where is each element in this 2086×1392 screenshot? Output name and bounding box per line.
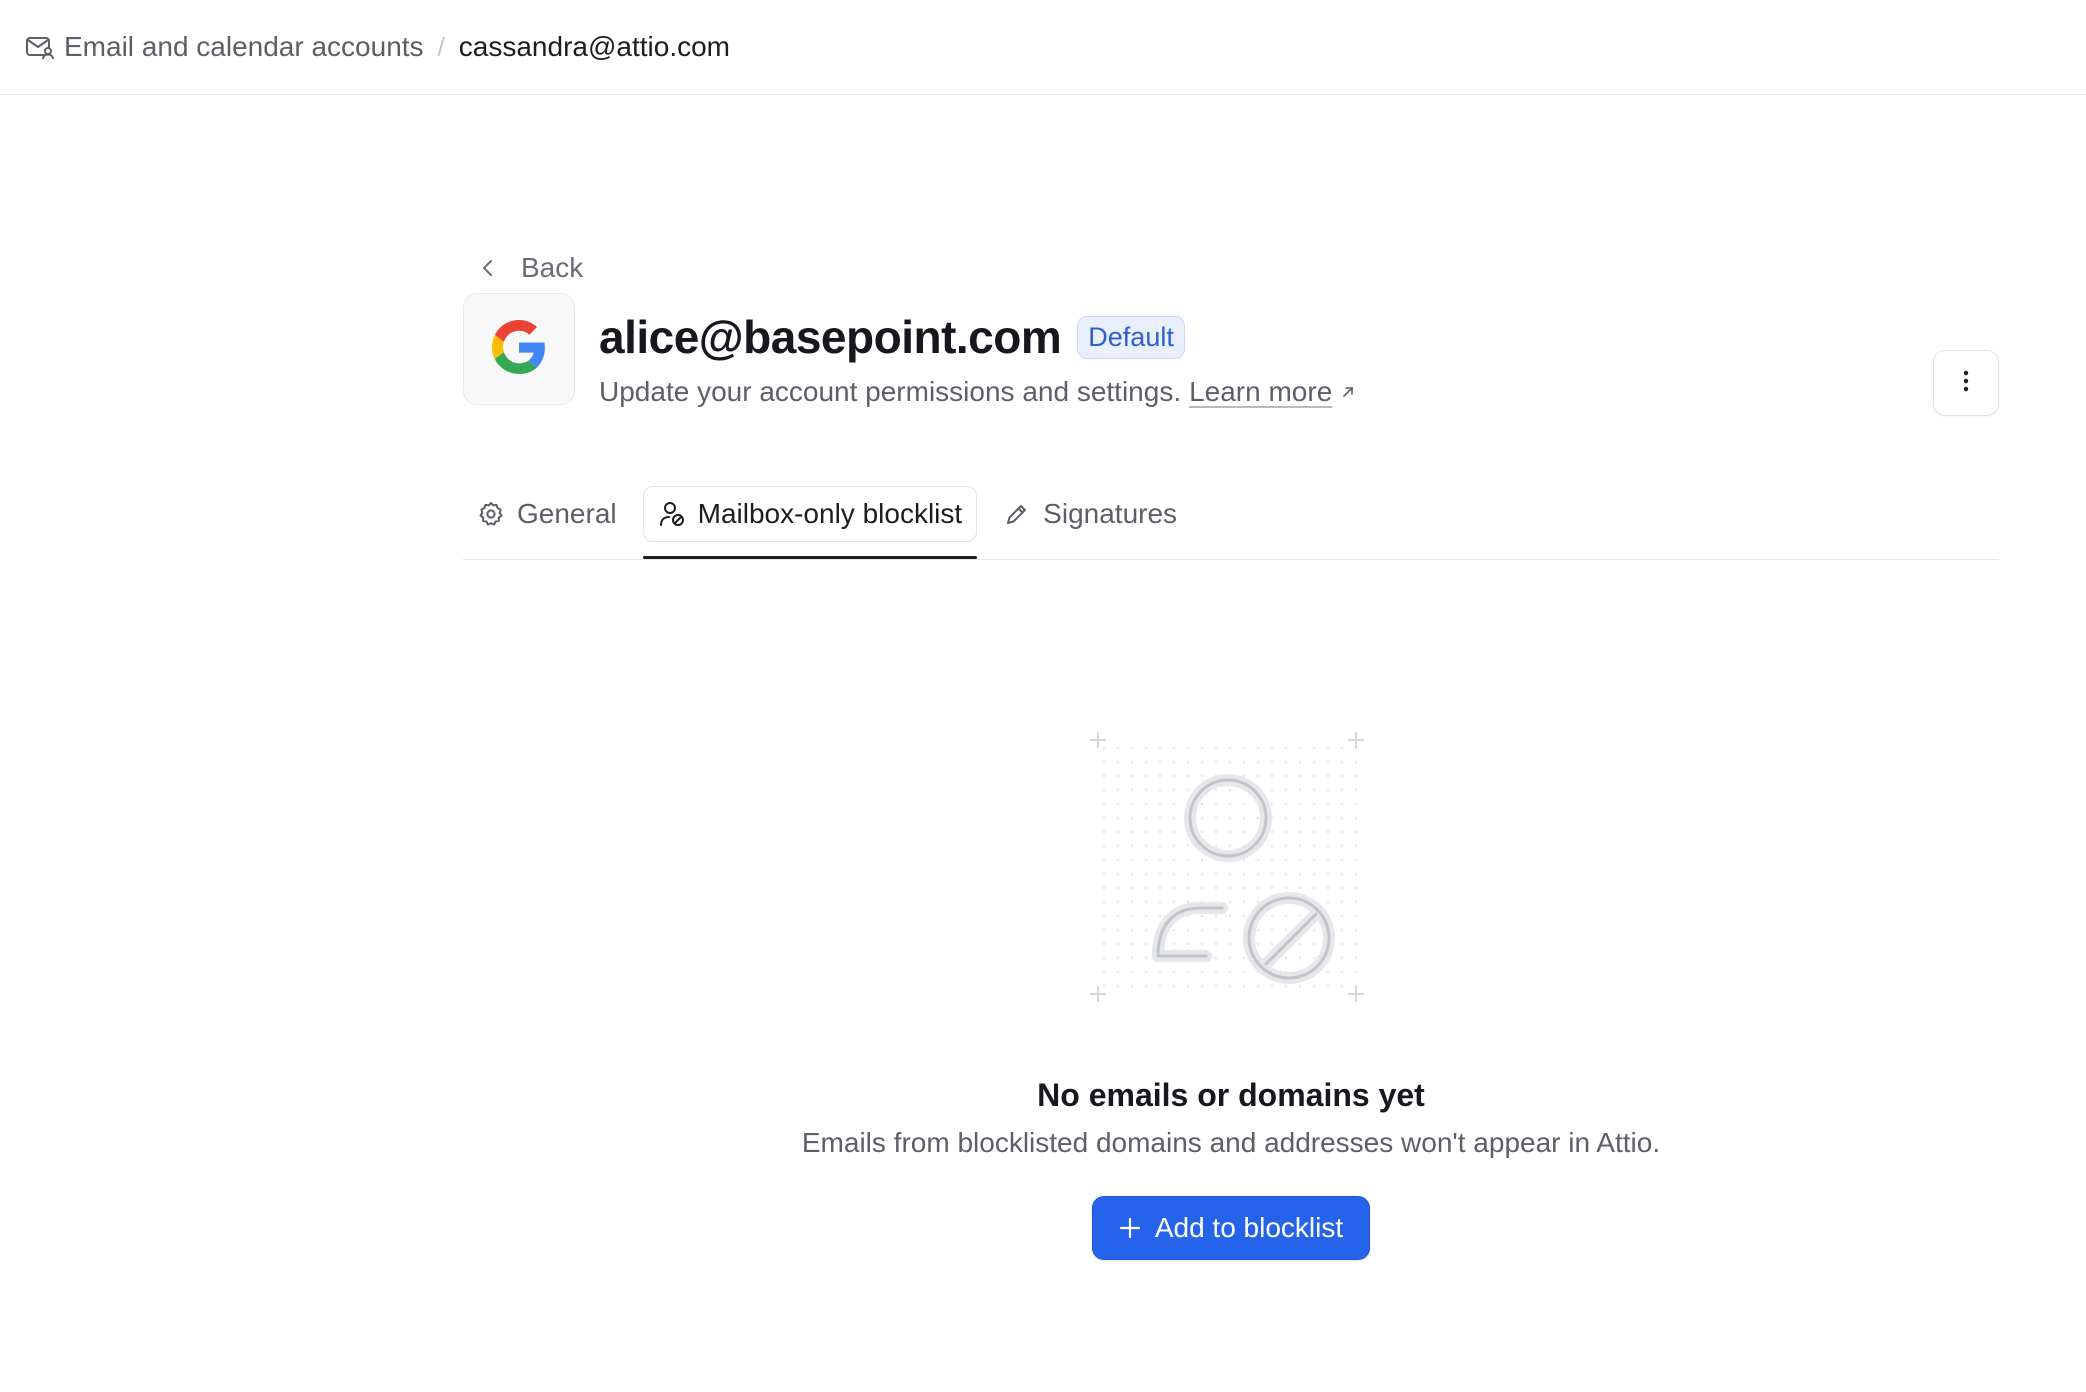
add-to-blocklist-button[interactable]: Add to blocklist — [1092, 1196, 1370, 1260]
empty-state-description: Emails from blocklisted domains and addr… — [801, 1127, 1661, 1158]
tab-general-label: General — [517, 498, 617, 529]
default-badge: Default — [1077, 315, 1185, 359]
google-icon — [492, 319, 546, 379]
provider-logo — [463, 293, 575, 405]
breadcrumb: Email and calendar accounts / cassandra@… — [24, 31, 730, 63]
external-link-icon — [1340, 384, 1356, 400]
back-label: Back — [521, 252, 584, 283]
breadcrumb-parent[interactable]: Email and calendar accounts — [64, 31, 424, 63]
tab-signatures[interactable]: Signatures — [989, 486, 1191, 542]
tab-signatures-label: Signatures — [1043, 498, 1178, 529]
more-options-button[interactable] — [1933, 350, 1999, 416]
breadcrumb-current: cassandra@attio.com — [458, 31, 730, 62]
learn-more-link[interactable]: Learn more — [1189, 376, 1332, 408]
pencil-icon — [1003, 500, 1031, 528]
top-bar: Email and calendar accounts / cassandra@… — [0, 0, 2086, 95]
blocked-user-illustration — [1088, 718, 1368, 1008]
account-title-row: alice@basepoint.com Default — [599, 310, 1185, 364]
account-email: alice@basepoint.com — [599, 311, 1062, 363]
user-blocked-icon — [658, 500, 686, 528]
empty-state-title: No emails or domains yet — [1037, 1077, 1425, 1113]
gear-icon — [477, 500, 505, 528]
plus-icon — [1119, 1217, 1141, 1239]
mail-calendar-icon — [24, 31, 56, 63]
more-vertical-icon — [1962, 369, 1970, 398]
account-subtitle: Update your account permissions and sett… — [599, 376, 1356, 408]
tab-general[interactable]: General — [463, 486, 631, 542]
tab-mailbox-blocklist-label: Mailbox-only blocklist — [697, 498, 963, 529]
chevron-left-icon — [477, 257, 499, 279]
breadcrumb-separator: / — [437, 31, 445, 62]
account-settings-panel: Back alice@basepoint.com Default Update … — [463, 230, 1999, 420]
settings-tabs: General Mailbox-only blocklist Signature… — [463, 486, 1999, 560]
back-button[interactable]: Back — [463, 230, 1999, 306]
account-header: alice@basepoint.com Default Update your … — [463, 293, 1999, 420]
subtitle-text: Update your account permissions and sett… — [599, 376, 1182, 407]
tab-mailbox-blocklist[interactable]: Mailbox-only blocklist — [642, 486, 978, 559]
add-to-blocklist-label: Add to blocklist — [1154, 1212, 1344, 1243]
